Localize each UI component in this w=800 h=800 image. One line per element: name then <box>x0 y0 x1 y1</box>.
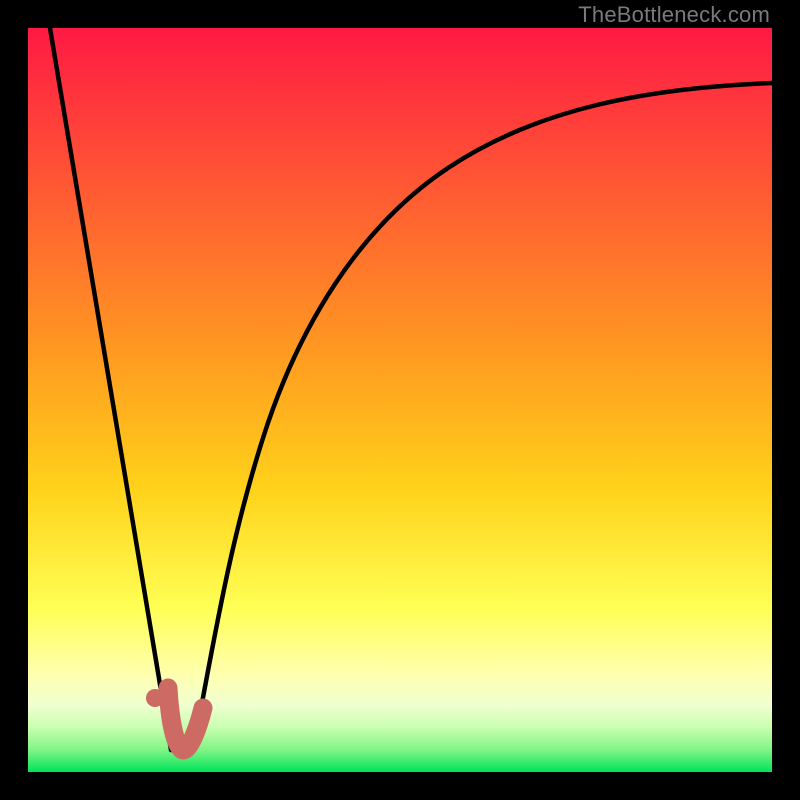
chart-curves <box>28 28 772 772</box>
watermark-text: TheBottleneck.com <box>578 2 770 28</box>
marker-hook <box>168 688 203 750</box>
left-falling-line <box>50 28 171 750</box>
chart-area <box>28 28 772 772</box>
right-rising-curve <box>193 83 772 750</box>
